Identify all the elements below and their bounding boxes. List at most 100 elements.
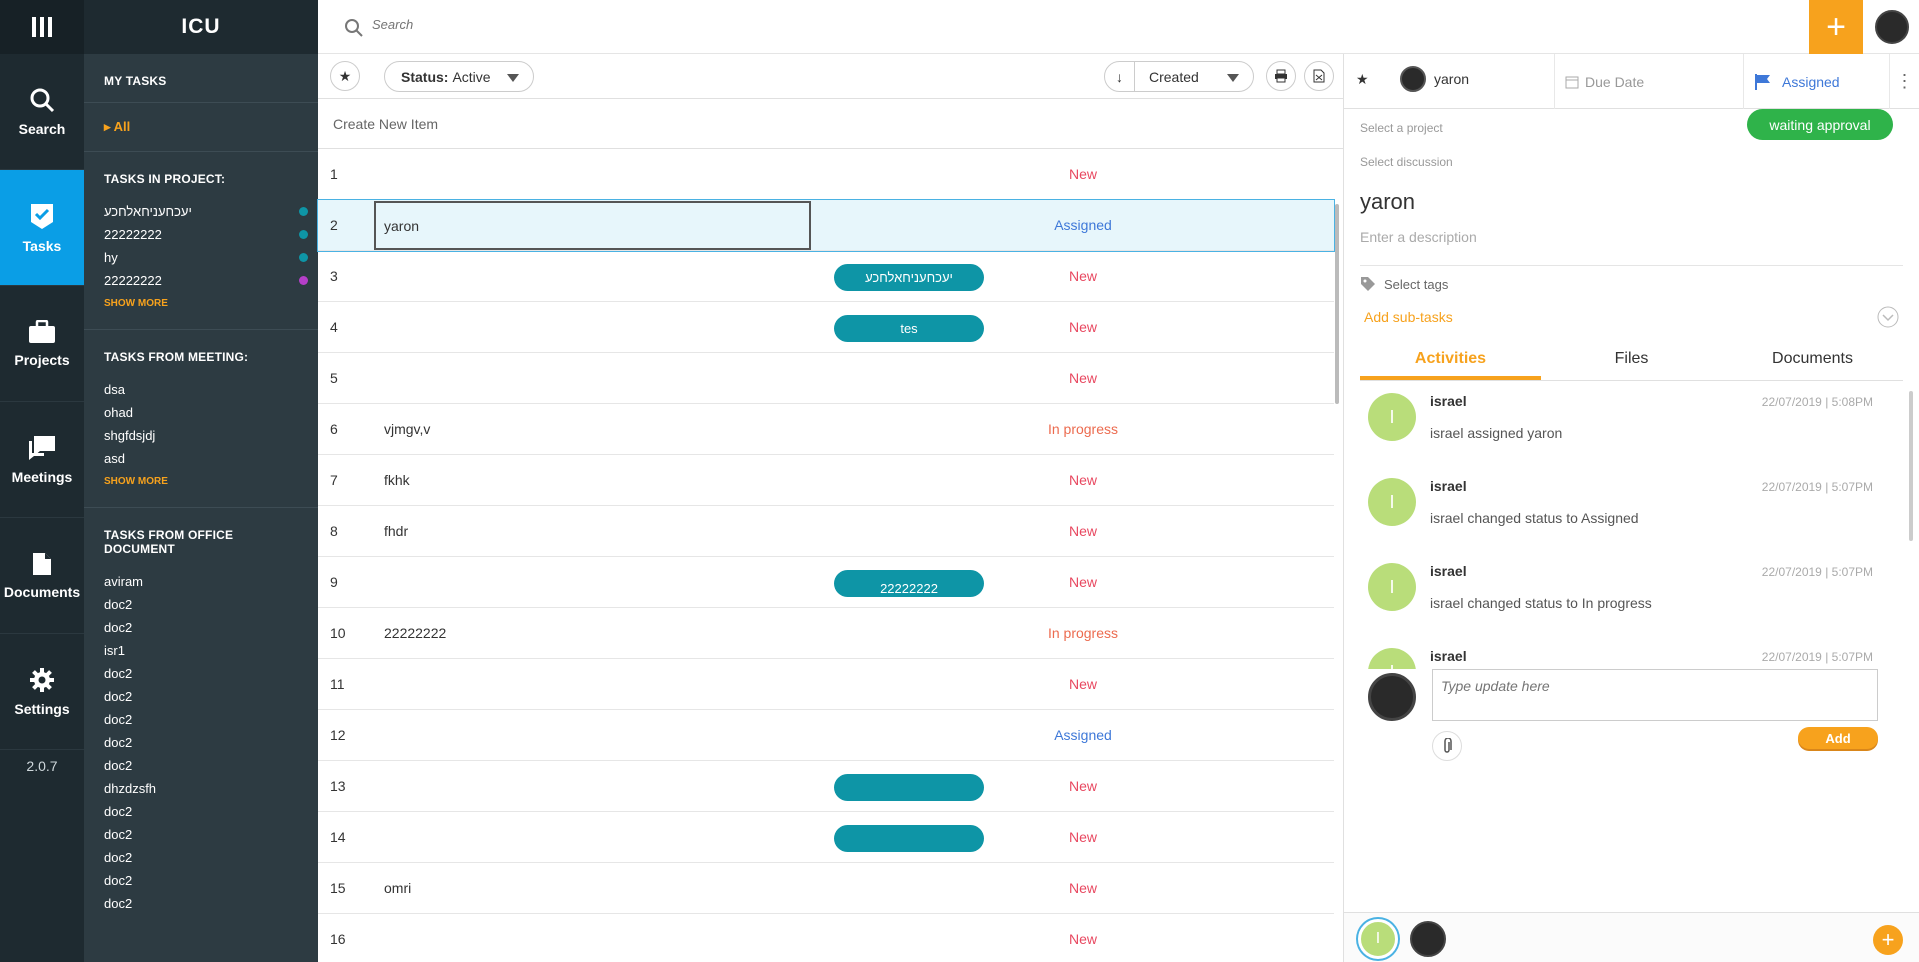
rail-settings[interactable]: Settings — [0, 634, 84, 750]
project-pill[interactable] — [834, 774, 984, 801]
sidebar-document-item[interactable]: doc2 — [104, 892, 298, 915]
task-title[interactable]: yaron — [1344, 175, 1919, 215]
rail-meetings[interactable]: Meetings — [0, 402, 84, 518]
row-status[interactable]: New — [1008, 319, 1158, 335]
add-watcher-button[interactable]: + — [1873, 925, 1903, 955]
table-row[interactable]: 12 Assigned — [318, 710, 1334, 761]
table-row[interactable]: 3 יעכחעניחאלחכע New — [318, 251, 1334, 302]
sidebar-document-item[interactable]: doc2 — [104, 616, 298, 639]
tab-documents[interactable]: Documents — [1722, 342, 1903, 380]
table-row[interactable]: 8 fhdr New — [318, 506, 1334, 557]
meetings-show-more[interactable]: SHOW MORE — [104, 470, 298, 507]
assignee-selector[interactable]: yaron — [1400, 66, 1469, 92]
sidebar-project-item[interactable]: 22222222 — [104, 269, 308, 292]
attach-button[interactable] — [1432, 731, 1462, 761]
row-status[interactable]: New — [1008, 370, 1158, 386]
project-pill[interactable]: tes — [834, 315, 984, 342]
table-row[interactable]: 9 22222222 New — [318, 557, 1334, 608]
add-update-button[interactable]: Add — [1798, 727, 1878, 749]
user-avatar[interactable] — [1875, 10, 1909, 44]
sidebar-document-item[interactable]: doc2 — [104, 846, 298, 869]
rail-tasks[interactable]: Tasks — [0, 170, 84, 286]
print-button[interactable] — [1266, 61, 1296, 91]
filter-all[interactable]: ▸ All — [104, 103, 298, 151]
more-options-icon[interactable]: ⋮ — [1889, 54, 1919, 109]
rail-documents[interactable]: Documents — [0, 518, 84, 634]
row-status[interactable]: New — [1008, 472, 1158, 488]
row-status[interactable]: New — [1008, 676, 1158, 692]
row-status[interactable]: Assigned — [1008, 217, 1158, 233]
row-status[interactable]: New — [1008, 268, 1158, 284]
create-button[interactable]: + — [1809, 0, 1863, 54]
create-new-item[interactable]: Create New Item — [318, 99, 1343, 149]
status-filter-dropdown[interactable]: Status: Active — [384, 61, 534, 92]
sidebar-document-item[interactable]: doc2 — [104, 685, 298, 708]
row-status[interactable]: New — [1008, 523, 1158, 539]
add-subtasks[interactable]: Add sub-tasks — [1364, 306, 1899, 328]
row-status[interactable]: New — [1008, 166, 1158, 182]
row-status[interactable]: New — [1008, 574, 1158, 590]
update-input[interactable] — [1432, 669, 1878, 721]
sidebar-document-item[interactable]: dhzdzsfh — [104, 777, 298, 800]
projects-show-more[interactable]: SHOW MORE — [104, 292, 298, 329]
search-input[interactable] — [372, 17, 872, 32]
sidebar-meeting-item[interactable]: asd — [104, 447, 298, 470]
sort-direction-icon[interactable]: ↓ — [1105, 62, 1135, 91]
table-row[interactable]: 15 omri New — [318, 863, 1334, 914]
row-status[interactable]: In progress — [1008, 421, 1158, 437]
sidebar-document-item[interactable]: doc2 — [104, 869, 298, 892]
select-discussion[interactable]: Select discussion — [1360, 135, 1903, 169]
table-row[interactable]: 4 tes New — [318, 302, 1334, 353]
sidebar-document-item[interactable]: doc2 — [104, 800, 298, 823]
project-pill[interactable]: 22222222 — [834, 570, 984, 597]
row-status[interactable]: New — [1008, 829, 1158, 845]
sidebar-document-item[interactable]: doc2 — [104, 823, 298, 846]
tab-activities[interactable]: Activities — [1360, 342, 1541, 380]
sidebar-document-item[interactable]: isr1 — [104, 639, 298, 662]
tags-selector[interactable]: Select tags — [1360, 265, 1903, 292]
row-status[interactable]: New — [1008, 931, 1158, 947]
table-row[interactable]: 14 New — [318, 812, 1334, 863]
status-selector[interactable]: Assigned — [1754, 54, 1840, 109]
export-button[interactable] — [1304, 61, 1334, 91]
sidebar-meeting-item[interactable]: shgfdsjdj — [104, 424, 298, 447]
chevron-down-circle-icon[interactable] — [1877, 306, 1899, 328]
project-pill[interactable] — [834, 825, 984, 852]
row-status[interactable]: New — [1008, 880, 1158, 896]
activity-scrollbar[interactable] — [1909, 391, 1913, 541]
tab-files[interactable]: Files — [1541, 342, 1722, 380]
row-status[interactable]: Assigned — [1008, 727, 1158, 743]
table-row[interactable]: 5 New — [318, 353, 1334, 404]
watcher-avatar[interactable]: I — [1358, 919, 1398, 959]
rail-search[interactable]: Search — [0, 54, 84, 170]
sidebar-document-item[interactable]: aviram — [104, 570, 298, 593]
row-status[interactable]: New — [1008, 778, 1158, 794]
table-row[interactable]: 6 vjmgv,v In progress — [318, 404, 1334, 455]
menu-button[interactable] — [0, 0, 84, 54]
approval-badge[interactable]: waiting approval — [1747, 109, 1893, 140]
list-scrollbar[interactable] — [1335, 204, 1339, 404]
table-row[interactable]: 1 New — [318, 149, 1334, 200]
table-row[interactable]: 10 22222222 In progress — [318, 608, 1334, 659]
sidebar-project-item[interactable]: hy — [104, 246, 308, 269]
row-status[interactable]: In progress — [1008, 625, 1158, 641]
sidebar-project-item[interactable]: יעכחעניחאלחכע — [104, 200, 308, 223]
table-row[interactable]: 16 New — [318, 914, 1334, 962]
sidebar-document-item[interactable]: doc2 — [104, 708, 298, 731]
starred-filter-button[interactable]: ★ — [330, 61, 360, 91]
sidebar-document-item[interactable]: doc2 — [104, 731, 298, 754]
watcher-avatar[interactable] — [1410, 921, 1446, 957]
table-row[interactable]: 13 New — [318, 761, 1334, 812]
sidebar-meeting-item[interactable]: dsa — [104, 378, 298, 401]
sort-dropdown[interactable]: ↓ Created — [1104, 61, 1254, 92]
row-title-input[interactable]: yaron — [374, 201, 811, 250]
sidebar-meeting-item[interactable]: ohad — [104, 401, 298, 424]
sidebar-project-item[interactable]: 22222222 — [104, 223, 308, 246]
rail-projects[interactable]: Projects — [0, 286, 84, 402]
project-pill[interactable]: יעכחעניחאלחכע — [834, 264, 984, 291]
due-date-picker[interactable]: Due Date — [1554, 54, 1744, 109]
star-icon[interactable]: ★ — [1356, 71, 1369, 88]
sidebar-document-item[interactable]: doc2 — [104, 593, 298, 616]
table-row[interactable]: 7 fkhk New — [318, 455, 1334, 506]
sidebar-document-item[interactable]: doc2 — [104, 754, 298, 777]
